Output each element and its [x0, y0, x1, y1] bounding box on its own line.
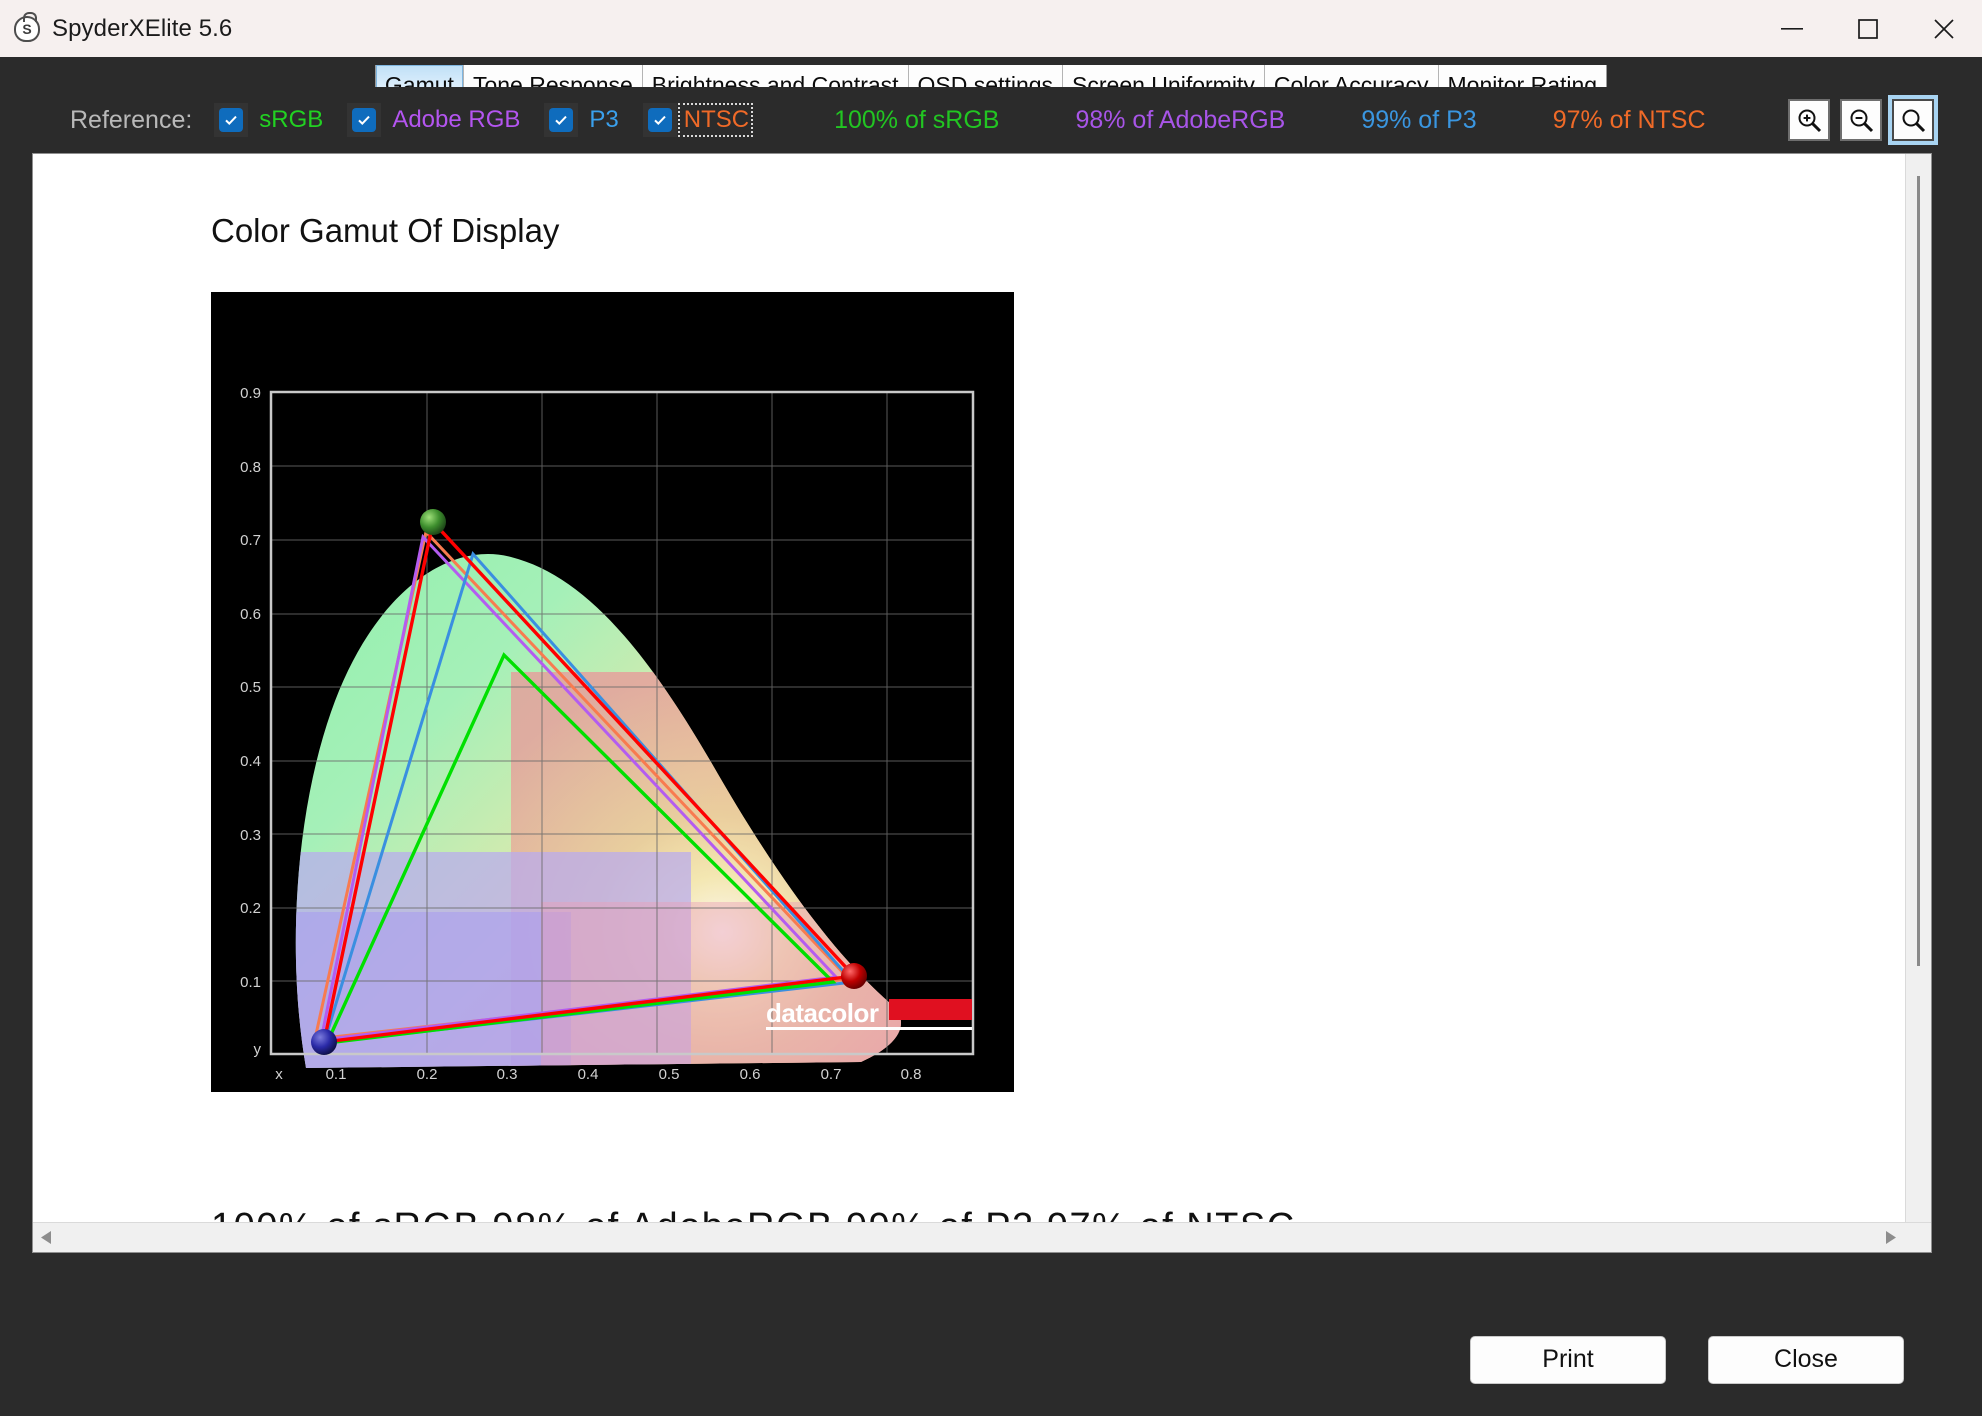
minimize-icon — [1781, 27, 1803, 30]
svg-text:0.8: 0.8 — [901, 1066, 922, 1083]
dialog-footer: Print Close — [0, 1303, 1982, 1416]
window-title: SpyderXElite 5.6 — [52, 14, 233, 42]
checkbox-checked-icon — [647, 108, 672, 132]
close-button[interactable] — [1906, 0, 1982, 57]
zoom-out-icon — [1850, 109, 1874, 133]
maximize-button[interactable] — [1830, 0, 1906, 57]
vertical-scrollbar[interactable] — [1905, 154, 1931, 1222]
zoom-reset-icon — [1902, 109, 1926, 133]
red-vertex-marker — [841, 963, 867, 989]
svg-text:0.3: 0.3 — [240, 827, 261, 844]
report-title: Color Gamut Of Display — [211, 212, 560, 249]
svg-text:0.6: 0.6 — [740, 1066, 761, 1083]
scroll-right-arrow[interactable] — [1877, 1230, 1903, 1245]
datacolor-wordmark: datacolor — [766, 998, 879, 1028]
reference-name-ntsc: NTSC — [677, 103, 754, 137]
svg-text:0.1: 0.1 — [326, 1066, 347, 1083]
svg-text:0.7: 0.7 — [240, 532, 261, 549]
window-title-bar: S SpyderXElite 5.6 — [0, 0, 1982, 57]
svg-text:y: y — [254, 1041, 262, 1058]
svg-text:0.4: 0.4 — [578, 1066, 599, 1083]
svg-text:0.5: 0.5 — [240, 679, 261, 696]
reference-item-adobe-rgb[interactable]: Adobe RGB — [347, 103, 520, 137]
checkbox-checked-icon — [219, 108, 244, 132]
chevron-right-icon — [1885, 1231, 1896, 1244]
close-dialog-button[interactable]: Close — [1708, 1335, 1904, 1384]
gamut-chart: 0.9 0.8 0.7 0.6 0.5 0.4 0.3 0.2 0.1 y x … — [211, 292, 1014, 1092]
coverage-srgb: 100% of sRGB — [834, 105, 1000, 134]
spyder-logo-icon: S — [14, 11, 40, 42]
coverage-p3: 99% of P3 — [1361, 105, 1477, 134]
report-page: Color Gamut Of Display 0.9 0.8 0.7 0.6 0… — [33, 154, 1905, 1222]
coverage-ntsc: 97% of NTSC — [1552, 105, 1706, 134]
report-frame: Color Gamut Of Display 0.9 0.8 0.7 0.6 0… — [32, 153, 1932, 1253]
svg-text:0.5: 0.5 — [659, 1066, 680, 1083]
gamut-coverage-results: 100% of sRGB 98% of AdobeRGB 99% of P3 9… — [834, 106, 1705, 135]
svg-text:0.8: 0.8 — [240, 459, 261, 476]
datacolor-red-bar — [889, 999, 972, 1020]
zoom-out-button[interactable] — [1840, 99, 1882, 141]
svg-text:0.7: 0.7 — [821, 1066, 842, 1083]
reference-name-p3: P3 — [589, 106, 619, 133]
svg-text:0.2: 0.2 — [240, 900, 261, 917]
p3-checkbox[interactable] — [544, 103, 579, 137]
report-footer-text: 100% of sRGB 98% of AdobeRGB 99% of P3 9… — [211, 1206, 1296, 1222]
report-scroll-area: Color Gamut Of Display 0.9 0.8 0.7 0.6 0… — [32, 153, 1960, 1303]
report-viewport: Color Gamut Of Display 0.9 0.8 0.7 0.6 0… — [33, 154, 1931, 1222]
zoom-in-icon — [1798, 109, 1822, 133]
zoom-tool-group — [1788, 99, 1934, 141]
gamut-chart-svg: 0.9 0.8 0.7 0.6 0.5 0.4 0.3 0.2 0.1 y x … — [211, 292, 1014, 1092]
reference-toolbar: Reference: sRGB Adobe RGB P3 NTSC 100% o… — [22, 87, 1960, 153]
svg-text:0.6: 0.6 — [240, 606, 261, 623]
reference-name-adobe-rgb: Adobe RGB — [392, 106, 521, 133]
datacolor-underline — [766, 1027, 972, 1030]
zoom-in-button[interactable] — [1788, 99, 1830, 141]
reference-label: Reference: — [70, 105, 193, 134]
svg-text:0.9: 0.9 — [240, 385, 261, 402]
window-controls — [1754, 0, 1982, 57]
svg-text:0.1: 0.1 — [240, 974, 261, 991]
vertical-scrollbar-thumb[interactable] — [1917, 176, 1920, 966]
content-panel: Reference: sRGB Adobe RGB P3 NTSC 100% o… — [22, 87, 1960, 1303]
blue-vertex-marker — [311, 1029, 337, 1055]
checkbox-checked-icon — [352, 108, 377, 132]
scroll-left-arrow[interactable] — [33, 1230, 59, 1245]
reference-item-p3[interactable]: P3 — [544, 103, 619, 137]
svg-text:x: x — [275, 1066, 283, 1083]
maximize-icon — [1858, 18, 1878, 39]
ntsc-checkbox[interactable] — [642, 103, 677, 137]
svg-text:0.3: 0.3 — [497, 1066, 518, 1083]
svg-text:0.4: 0.4 — [240, 753, 261, 770]
print-button[interactable]: Print — [1470, 1335, 1666, 1384]
coverage-adobergb: 98% of AdobeRGB — [1075, 105, 1286, 134]
zoom-reset-button[interactable] — [1892, 99, 1934, 141]
checkbox-checked-icon — [549, 108, 574, 132]
srgb-checkbox[interactable] — [214, 103, 249, 137]
reference-item-srgb[interactable]: sRGB — [214, 103, 323, 137]
reference-name-srgb: sRGB — [259, 106, 324, 133]
adobe-rgb-checkbox[interactable] — [347, 103, 382, 137]
svg-text:0.2: 0.2 — [417, 1066, 438, 1083]
horizontal-scrollbar[interactable] — [33, 1222, 1931, 1252]
chevron-left-icon — [40, 1231, 51, 1244]
minimize-button[interactable] — [1754, 0, 1830, 57]
reference-item-ntsc[interactable]: NTSC — [642, 103, 754, 137]
close-icon — [1934, 18, 1954, 39]
green-vertex-marker — [420, 509, 446, 535]
